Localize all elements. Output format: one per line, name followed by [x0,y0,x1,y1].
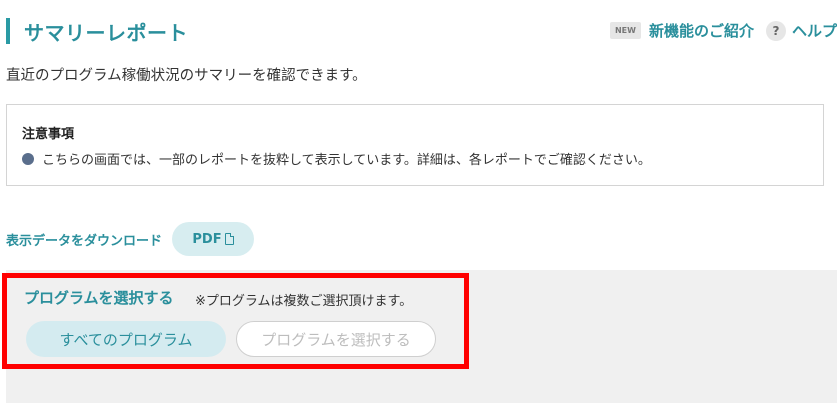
new-badge: NEW [609,22,641,39]
select-program-button[interactable]: プログラムを選択する [236,321,436,357]
download-row: 表示データをダウンロード PDF [6,222,255,256]
pdf-button-label: PDF [192,231,222,247]
notice-box: 注意事項 こちらの画面では、一部のレポートを抜粋して表示しています。詳細は、各レ… [6,104,824,186]
notice-item: こちらの画面では、一部のレポートを抜粋して表示しています。詳細は、各レポートでご… [22,149,651,168]
program-select-note: ※プログラムは複数ご選択頂けます。 [195,294,413,309]
notice-item-text: こちらの画面では、一部のレポートを抜粋して表示しています。詳細は、各レポートでご… [42,153,651,168]
new-features-link[interactable]: 新機能のご紹介 [649,20,754,41]
page-description: 直近のプログラム稼働状況のサマリーを確認できます。 [6,68,367,84]
title-accent-bar [6,18,10,44]
header-links: NEW 新機能のご紹介 ? ヘルプ [609,20,837,41]
help-link[interactable]: ヘルプ [792,20,837,41]
pdf-download-button[interactable]: PDF [172,222,255,256]
bullet-icon [22,152,34,165]
download-label: 表示データをダウンロード [6,233,163,249]
page-header: サマリーレポート NEW 新機能のご紹介 ? ヘルプ [6,14,837,48]
notice-title: 注意事項 [22,127,75,142]
program-select-title: プログラムを選択する [24,289,174,307]
help-icon[interactable]: ? [765,20,786,41]
page-title: サマリーレポート [24,21,188,45]
pdf-file-icon [224,233,234,245]
all-programs-button[interactable]: すべてのプログラム [26,321,226,357]
